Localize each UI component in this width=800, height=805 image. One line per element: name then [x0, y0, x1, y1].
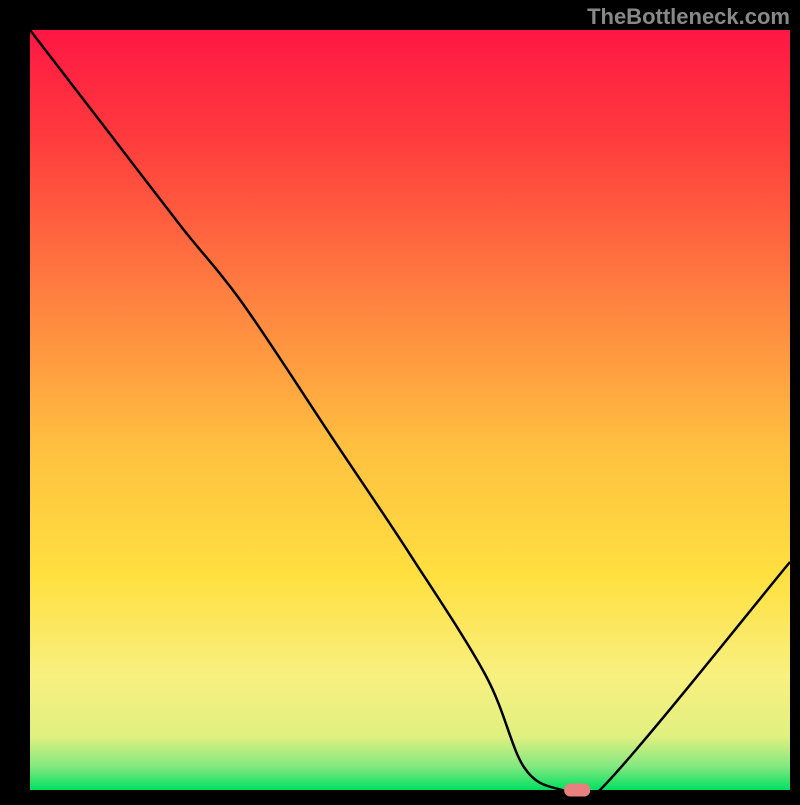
plot-background: [30, 30, 790, 790]
chart-container: [0, 0, 800, 800]
chart-svg: [0, 0, 800, 800]
optimal-marker: [564, 784, 590, 797]
watermark-text: TheBottleneck.com: [587, 4, 790, 30]
